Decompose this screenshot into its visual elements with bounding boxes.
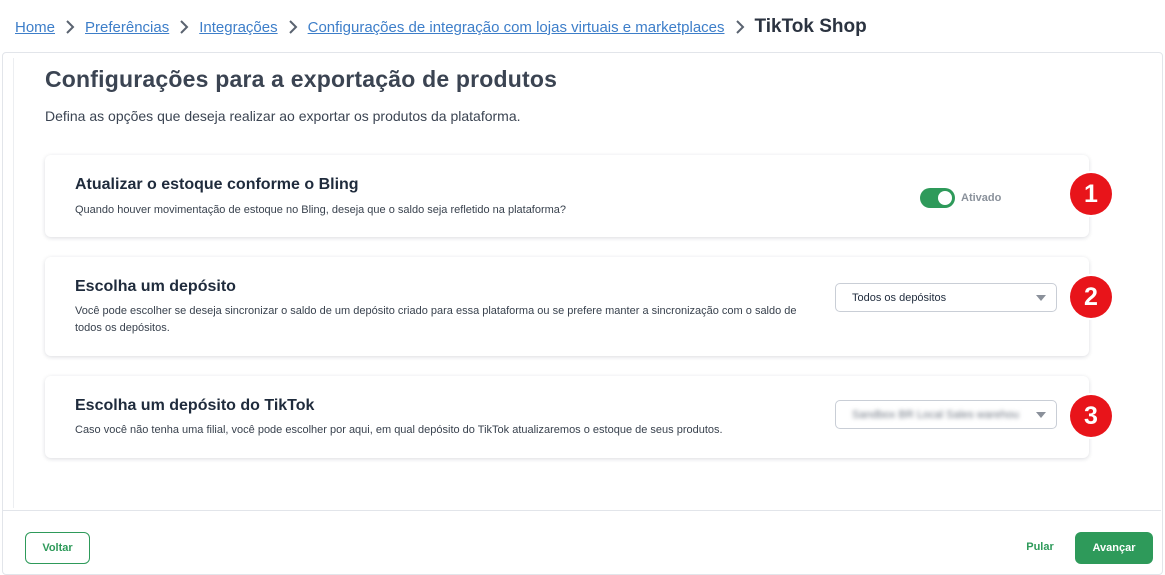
deposit-select-value: Todos os depósitos <box>852 291 947 304</box>
next-button[interactable]: Avançar <box>1075 532 1153 564</box>
deposit-card: Escolha um depósito Você pode escolher s… <box>45 257 1089 356</box>
card-description: Caso você não tenha uma filial, você pod… <box>75 424 723 436</box>
breadcrumb-current: TikTok Shop <box>754 16 867 37</box>
chevron-right-icon <box>179 20 189 34</box>
card-description: Você pode escolher se deseja sincronizar… <box>75 305 797 334</box>
stock-update-card: Atualizar o estoque conforme o Bling Qua… <box>45 155 1089 237</box>
card-title: Escolha um depósito do TikTok <box>75 397 315 414</box>
breadcrumb-integration-settings-link[interactable]: Configurações de integração com lojas vi… <box>308 19 725 36</box>
breadcrumb-home-link[interactable]: Home <box>15 19 55 36</box>
tiktok-deposit-card: Escolha um depósito do TikTok Caso você … <box>45 376 1089 458</box>
caret-down-icon <box>1036 412 1046 418</box>
tiktok-deposit-select[interactable]: Sandbox BR Local Sales warehou <box>835 400 1057 429</box>
page-subtitle: Defina as opções que deseja realizar ao … <box>45 108 521 124</box>
chevron-right-icon <box>65 20 75 34</box>
chevron-right-icon <box>735 20 745 34</box>
back-button[interactable]: Voltar <box>25 532 90 564</box>
page-title: Configurações para a exportação de produ… <box>45 66 558 92</box>
card-title: Atualizar o estoque conforme o Bling <box>75 176 359 193</box>
toggle-status-label: Ativado <box>961 192 1002 204</box>
step-marker-3: 3 <box>1070 395 1112 437</box>
toggle-knob <box>938 191 952 205</box>
divider <box>13 58 14 508</box>
deposit-select[interactable]: Todos os depósitos <box>835 283 1057 312</box>
breadcrumb-preferences-link[interactable]: Preferências <box>85 19 169 36</box>
breadcrumb-integrations-link[interactable]: Integrações <box>199 19 277 36</box>
step-marker-1: 1 <box>1070 173 1112 215</box>
tiktok-deposit-select-value: Sandbox BR Local Sales warehou <box>852 408 1019 421</box>
chevron-right-icon <box>288 20 298 34</box>
card-title: Escolha um depósito <box>75 278 236 295</box>
step-marker-2: 2 <box>1070 276 1112 318</box>
caret-down-icon <box>1036 295 1046 301</box>
stock-sync-toggle[interactable] <box>920 188 955 208</box>
breadcrumb: Home Preferências Integrações Configuraç… <box>15 14 867 40</box>
card-description: Quando houver movimentação de estoque no… <box>75 204 567 216</box>
skip-button[interactable]: Pular <box>1016 532 1064 562</box>
stock-sync-toggle-group: Ativado <box>920 188 1001 208</box>
footer-divider <box>3 510 1161 511</box>
